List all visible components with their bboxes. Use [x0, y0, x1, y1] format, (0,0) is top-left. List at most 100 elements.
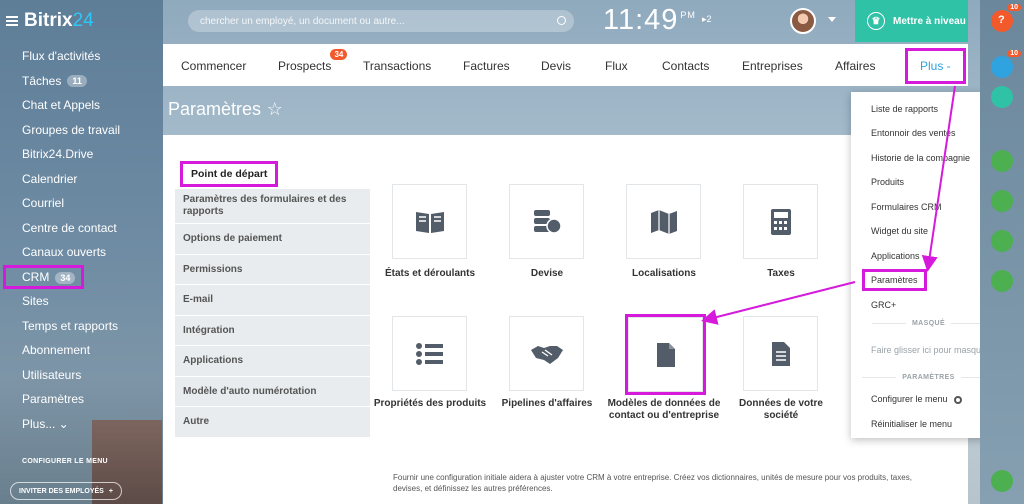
tile-product-properties-label: Propriétés des produits [373, 398, 487, 409]
sidebar-item-open-channels[interactable]: Canaux ouverts [22, 240, 120, 265]
tile-pipelines[interactable] [509, 316, 584, 391]
tile-currency[interactable] [509, 184, 584, 259]
phone-icon[interactable] [991, 470, 1013, 492]
help-icon[interactable]: ? 10 [991, 4, 1021, 32]
dropdown-item-settings[interactable]: Paramètres [862, 269, 927, 291]
handshake-icon [530, 345, 563, 364]
tab-transactions[interactable]: Transactions [363, 59, 431, 73]
search-icon[interactable] [557, 16, 566, 25]
file-icon [656, 342, 675, 367]
menu-item-email[interactable]: E-mail [175, 285, 370, 316]
dropdown-item-history[interactable]: Historie de la compagnie [871, 153, 970, 163]
contact-icon-4[interactable] [991, 270, 1013, 292]
sidebar-item-users[interactable]: Utilisateurs [22, 363, 120, 388]
tab-start[interactable]: Commencer [181, 59, 246, 73]
coins-icon [533, 209, 562, 234]
left-sidebar: Bitrix24 Flux d'activités Tâches 11 Chat … [0, 0, 163, 504]
chat-icon[interactable] [991, 86, 1013, 108]
upgrade-button[interactable]: ♛ Mettre à niveau [855, 0, 968, 42]
crm-counter: 34 [55, 271, 76, 284]
notification-indicator[interactable]: ▸2 [702, 14, 712, 25]
sidebar-item-drive[interactable]: Bitrix24.Drive [22, 142, 120, 167]
tile-taxes[interactable] [743, 184, 818, 259]
dropdown-item-crm-forms[interactable]: Formulaires CRM [871, 202, 942, 212]
dropdown-item-sales-funnel[interactable]: Entonnoir des ventes [871, 128, 956, 138]
sidebar-item-sites[interactable]: Sites [22, 289, 120, 314]
menu-item-numbering[interactable]: Modèle d'auto numérotation [175, 376, 370, 407]
sidebar-item-tasks[interactable]: Tâches 11 [22, 69, 120, 94]
brand: Bitrix24 [6, 10, 94, 32]
document-icon [771, 341, 790, 366]
leads-badge: 34 [330, 49, 348, 60]
dropdown-item-reset[interactable]: Réinitialiser le menu [871, 419, 952, 429]
tile-pipelines-label: Pipelines d'affaires [501, 398, 593, 409]
sidebar-item-contact-center[interactable]: Centre de contact [22, 216, 120, 241]
tab-contacts[interactable]: Contacts [662, 59, 709, 73]
sidebar-item-settings[interactable]: Paramètres [22, 387, 120, 412]
tab-feed[interactable]: Flux [605, 59, 628, 73]
sidebar-item-calendar[interactable]: Calendrier [22, 167, 120, 192]
menu-item-applications[interactable]: Applications [175, 346, 370, 377]
sidebar-item-chat[interactable]: Chat et Appels [22, 93, 120, 118]
dropdown-item-crm-plus[interactable]: GRC+ [871, 300, 896, 310]
crm-tabs: Commencer Prospects 34 Transactions Factu… [163, 44, 968, 86]
tile-contact-templates-label: Modèles de données de contact ou d'entre… [607, 398, 721, 421]
tile-product-properties[interactable] [392, 316, 467, 391]
list-icon [415, 342, 443, 365]
star-icon[interactable]: ☆ [267, 99, 283, 119]
dropdown-item-configure[interactable]: Configurer le menu [871, 394, 962, 404]
tile-statuses[interactable] [392, 184, 467, 259]
tile-locations[interactable] [626, 184, 701, 259]
tab-invoices[interactable]: Factures [463, 59, 510, 73]
brand-logo[interactable]: Bitrix24 [24, 10, 94, 32]
menu-item-payment[interactable]: Options de paiement [175, 224, 370, 255]
search-input[interactable]: chercher un employé, un document ou autr… [188, 10, 574, 32]
contact-icon[interactable] [991, 150, 1013, 172]
tile-statuses-label: États et déroulants [384, 268, 476, 279]
invite-employees-button[interactable]: INVITER DES EMPLOYÉS + [10, 482, 122, 500]
tab-leads[interactable]: Prospects 34 [278, 49, 348, 73]
contact-icon-3[interactable] [991, 230, 1013, 252]
tab-companies[interactable]: Entreprises [742, 59, 803, 73]
crown-icon: ♛ [867, 12, 885, 30]
tile-contact-templates[interactable] [625, 314, 706, 395]
dropdown-item-applications[interactable]: Applications [871, 251, 920, 261]
page-title: Paramètres ☆ [168, 99, 283, 119]
settings-side-menu: Point de départ Paramètres des formulair… [175, 159, 370, 438]
right-rail: ? 10 10 [980, 0, 1024, 504]
tile-company-data-label: Données de votre société [739, 398, 823, 421]
dropdown-item-products[interactable]: Produits [871, 177, 904, 187]
hamburger-icon[interactable] [6, 16, 18, 26]
menu-item-permissions[interactable]: Permissions [175, 254, 370, 285]
sidebar-item-crm[interactable]: CRM 34 [2, 264, 120, 290]
footer-note: Fournir une configuration initiale aider… [393, 473, 912, 493]
tab-more[interactable]: Plus - [905, 48, 966, 84]
menu-item-integration[interactable]: Intégration [175, 315, 370, 346]
sidebar-item-more[interactable]: Plus... ⌄ [22, 412, 120, 437]
sidebar-item-workgroups[interactable]: Groupes de travail [22, 118, 120, 143]
configure-menu-link[interactable]: CONFIGURER LE MENU [22, 458, 108, 465]
chevron-down-icon[interactable] [828, 17, 836, 22]
tab-quotes[interactable]: Devis [541, 59, 571, 73]
avatar[interactable] [790, 8, 816, 34]
plus-icon: + [108, 487, 113, 495]
tasks-counter: 11 [67, 74, 87, 87]
sidebar-item-subscription[interactable]: Abonnement [22, 338, 120, 363]
map-icon [650, 209, 677, 234]
dropdown-item-site-widget[interactable]: Widget du site [871, 226, 928, 236]
sidebar-item-activity[interactable]: Flux d'activités [22, 44, 120, 69]
settings-card: Point de départ Paramètres des formulair… [163, 135, 968, 504]
clock[interactable]: 11:49 PM [603, 4, 696, 37]
sidebar-item-mail[interactable]: Courriel [22, 191, 120, 216]
tab-deals[interactable]: Affaires [835, 59, 875, 73]
menu-item-forms-reports[interactable]: Paramètres des formulaires et des rappor… [175, 189, 370, 224]
tile-company-data[interactable] [743, 316, 818, 391]
bell-icon[interactable]: 10 [991, 50, 1021, 78]
menu-item-other[interactable]: Autre [175, 407, 370, 438]
dropdown-item-reports[interactable]: Liste de rapports [871, 104, 938, 114]
sidebar-item-time-reports[interactable]: Temps et rapports [22, 314, 120, 339]
start-label: Point de départ [179, 160, 279, 187]
menu-item-start[interactable]: Point de départ [175, 159, 370, 189]
gear-icon [953, 395, 962, 404]
contact-icon-2[interactable] [991, 190, 1013, 212]
